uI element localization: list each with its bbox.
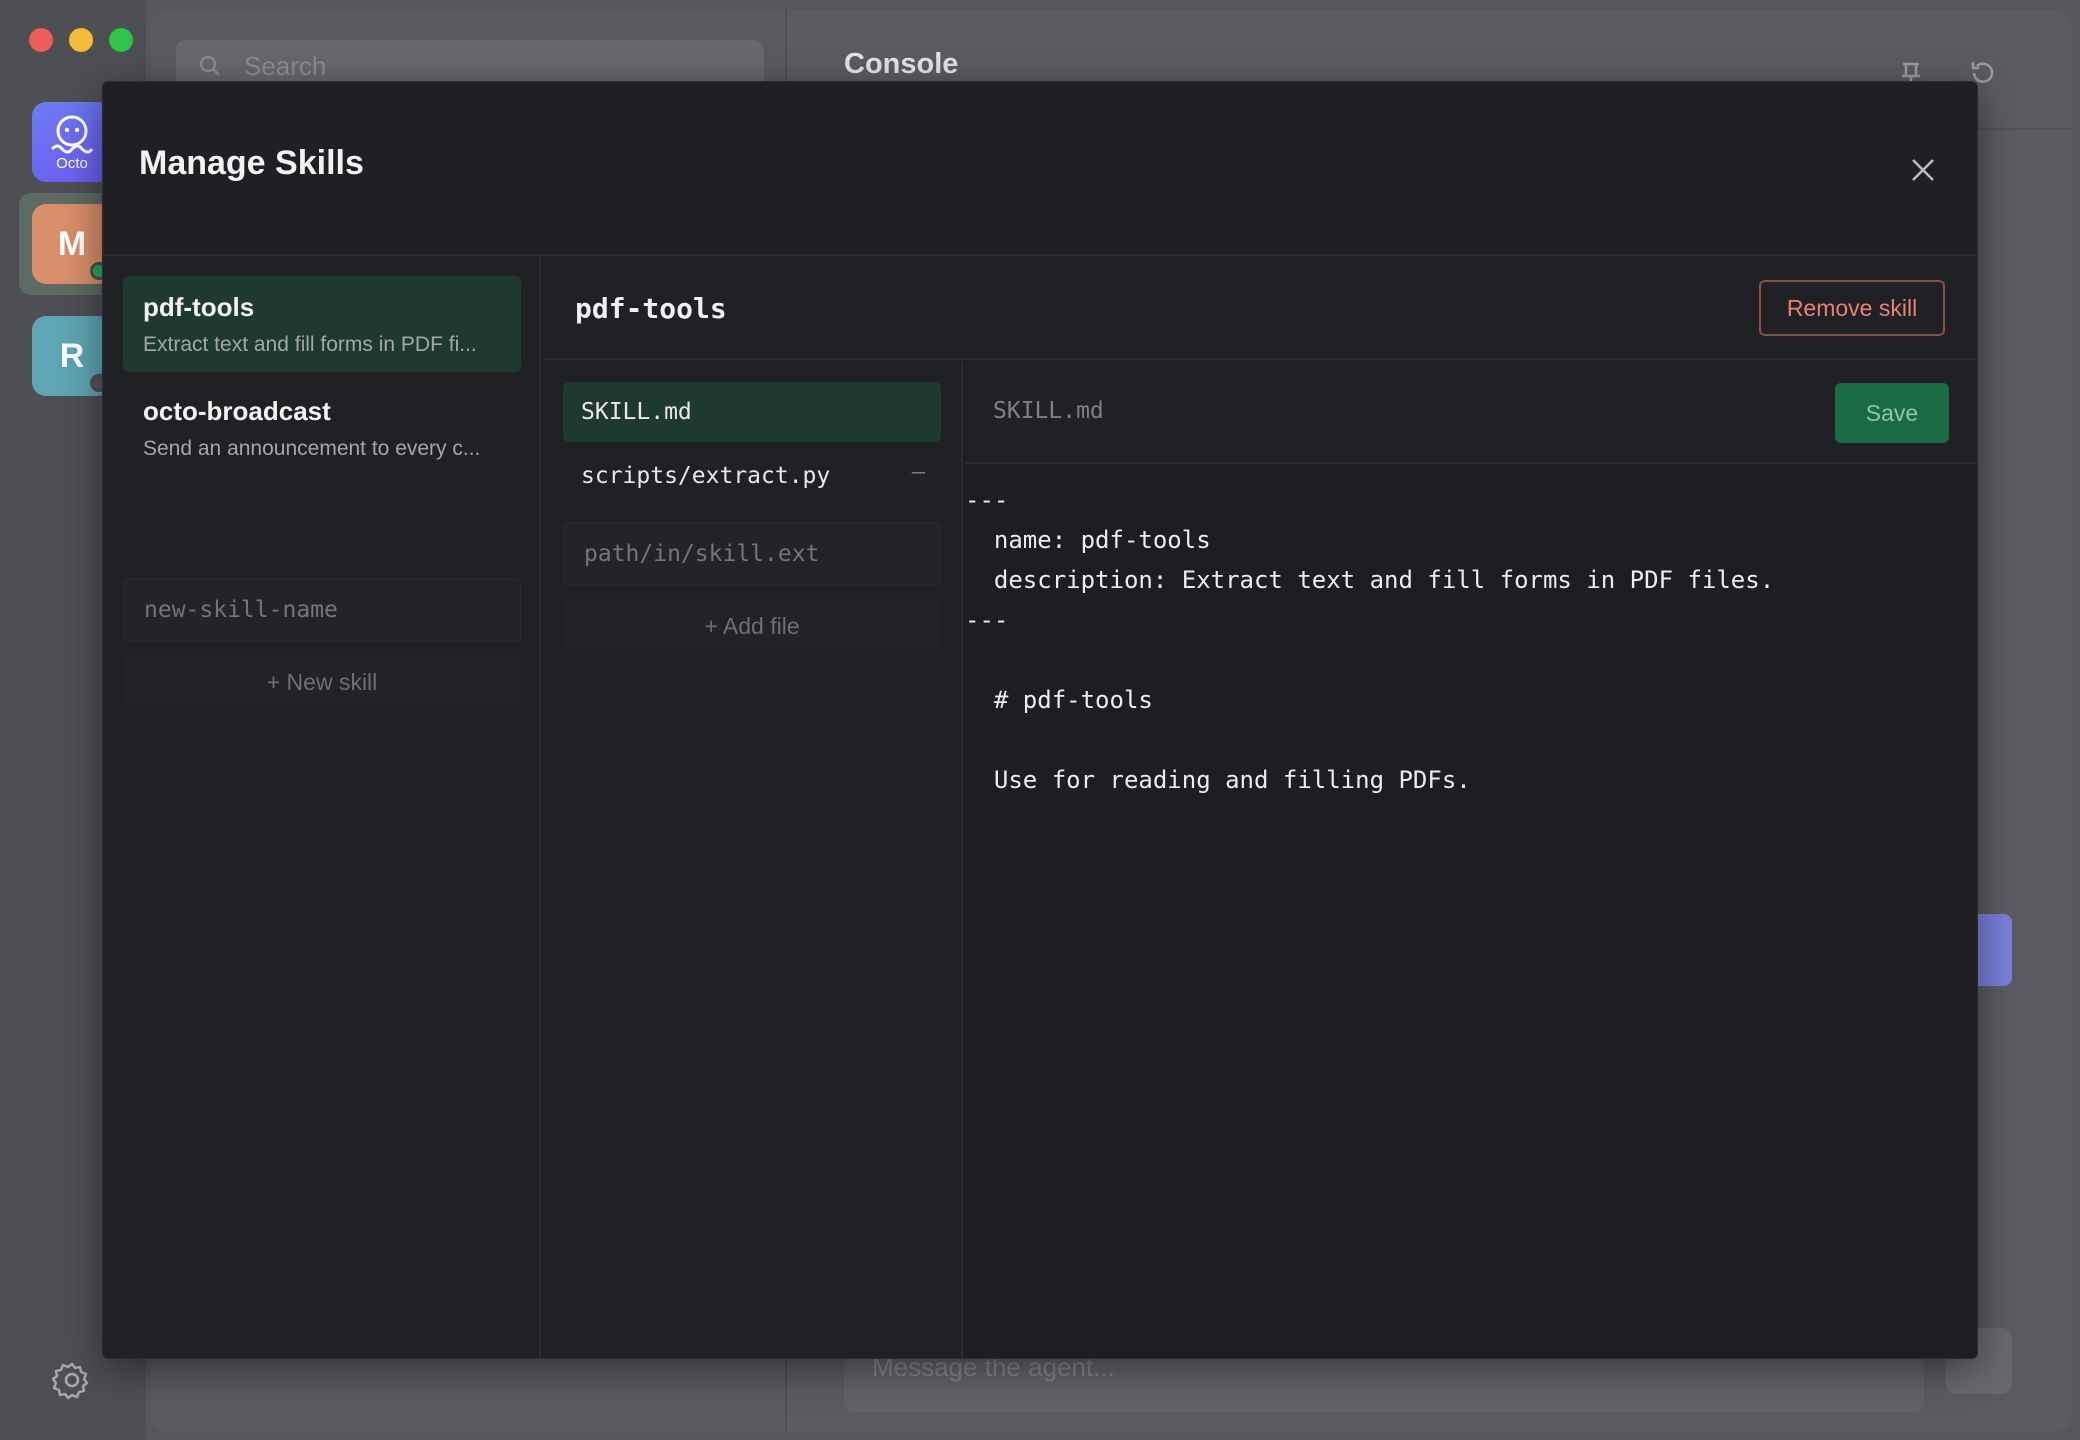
file-editor: SKILL.md Save --- name: pdf-tools descri…	[965, 362, 1977, 1358]
gear-icon[interactable]	[52, 1360, 92, 1400]
skill-description: Extract text and fill forms in PDF fi...	[143, 333, 477, 356]
background-action-button[interactable]	[1976, 914, 2012, 986]
file-path: SKILL.md	[581, 399, 692, 425]
skill-name: octo-broadcast	[143, 396, 331, 426]
close-window-button[interactable]	[29, 28, 53, 52]
file-item-skill-md[interactable]: SKILL.md	[563, 382, 941, 442]
file-item-extract-py[interactable]: scripts/extract.py –	[563, 446, 941, 506]
workspace-octo[interactable]: Octo	[32, 102, 112, 182]
close-icon[interactable]	[1907, 154, 1939, 186]
workspace-r-initial: R	[59, 336, 85, 375]
file-path-input[interactable]	[563, 522, 941, 586]
remove-file-button[interactable]: –	[912, 460, 925, 485]
editor-toolbar: SKILL.md Save	[965, 362, 1977, 464]
octo-logo-icon	[50, 115, 94, 153]
skill-files-list: SKILL.md scripts/extract.py – + Add file	[543, 362, 963, 1358]
new-skill-name-input[interactable]	[123, 578, 521, 642]
file-path: scripts/extract.py	[581, 463, 831, 489]
skill-item-pdf-tools[interactable]: pdf-tools Extract text and fill forms in…	[123, 276, 521, 372]
editor-filename: SKILL.md	[993, 398, 1104, 424]
search-icon	[199, 55, 220, 76]
workspace-m-initial: M	[57, 224, 87, 263]
add-file-button[interactable]: + Add file	[563, 598, 941, 654]
zoom-window-button[interactable]	[109, 28, 133, 52]
skills-list: pdf-tools Extract text and fill forms in…	[103, 256, 541, 1358]
skill-description: Send an announcement to every c...	[143, 437, 481, 460]
console-title: Console	[844, 48, 959, 80]
remove-skill-button[interactable]: Remove skill	[1759, 280, 1945, 336]
skill-item-octo-broadcast[interactable]: octo-broadcast Send an announcement to e…	[123, 380, 521, 476]
editor-textarea[interactable]: --- name: pdf-tools description: Extract…	[965, 464, 1977, 1358]
new-skill-button[interactable]: + New skill	[123, 654, 521, 710]
save-button[interactable]: Save	[1835, 383, 1949, 443]
manage-skills-modal: Manage Skills pdf-tools Extract text and…	[102, 81, 1978, 1359]
modal-header: Manage Skills	[103, 82, 1977, 256]
skill-detail-header: pdf-tools Remove skill	[543, 256, 1977, 360]
workspace-octo-label: Octo	[56, 154, 88, 172]
skill-detail-title: pdf-tools	[575, 292, 727, 325]
search-placeholder: Search	[244, 50, 327, 81]
modal-title: Manage Skills	[139, 144, 364, 182]
minimize-window-button[interactable]	[69, 28, 93, 52]
skill-name: pdf-tools	[143, 292, 255, 322]
